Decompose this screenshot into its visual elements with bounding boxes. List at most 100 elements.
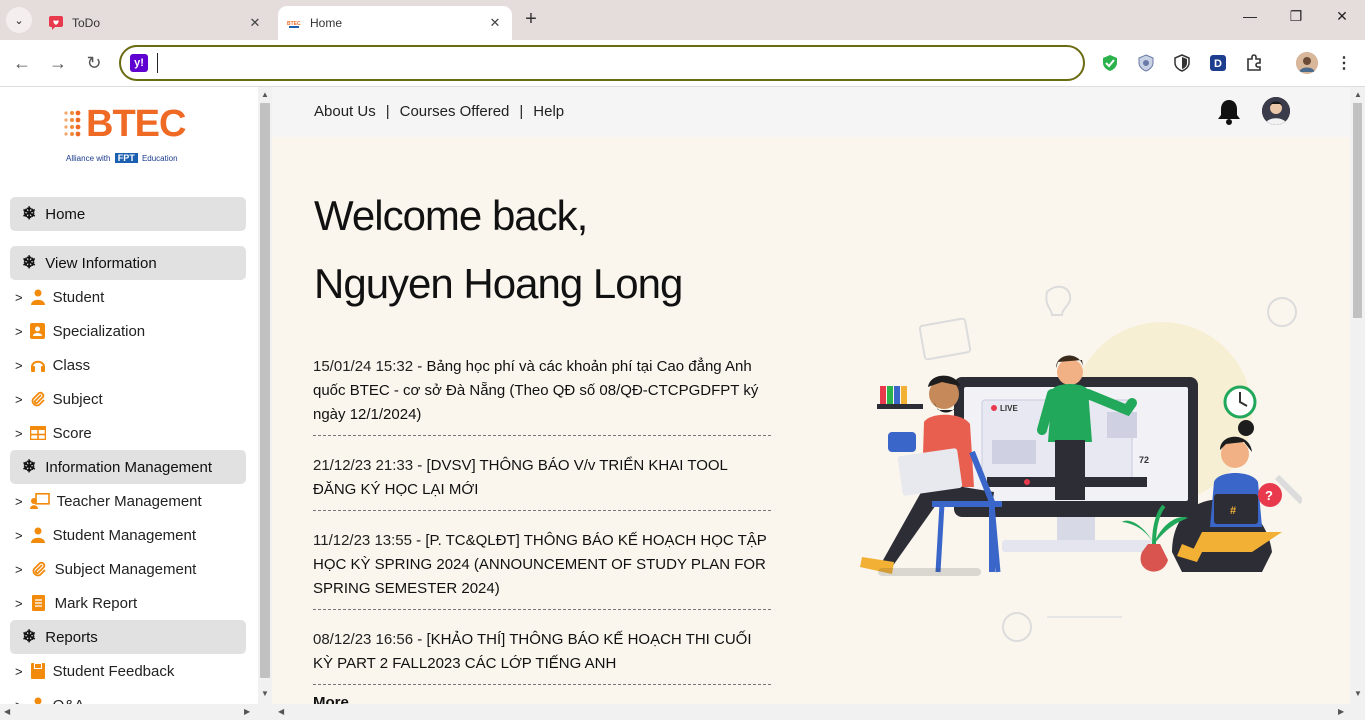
scrollbar-thumb[interactable] <box>260 103 270 678</box>
scroll-up-arrow-icon[interactable]: ▲ <box>1354 90 1362 99</box>
text-caret <box>157 53 158 73</box>
reload-icon[interactable]: ↻ <box>81 50 107 76</box>
news-date: 21/12/23 21:33 <box>313 457 414 474</box>
nav-link-courses-offered[interactable]: Courses Offered <box>400 103 510 120</box>
sidebar-item-teacher-management[interactable]: > Teacher Management <box>15 490 202 512</box>
sidebar-item-student[interactable]: > Student <box>15 286 104 308</box>
sidebar-item-specialization[interactable]: > Specialization <box>15 320 145 342</box>
sidebar-item-label: Mark Report <box>54 594 138 612</box>
logo-dots-graphic <box>64 110 81 137</box>
news-date: 15/01/24 15:32 <box>313 358 414 375</box>
sidebar-item-label: Score <box>52 424 92 442</box>
snowflake-icon: ❄ <box>22 457 37 476</box>
security-shield-extension-icon[interactable] <box>1171 52 1193 74</box>
chevron-right-icon: > <box>15 357 23 373</box>
svg-text:D: D <box>1214 58 1222 70</box>
main-horizontal-scrollbar[interactable]: ◀ ▶ <box>272 704 1350 720</box>
maximize-button[interactable]: ❐ <box>1273 8 1319 25</box>
bell-icon[interactable] <box>1215 98 1243 126</box>
sidebar-item-student-feedback[interactable]: > Student Feedback <box>15 660 174 682</box>
nav-link-help[interactable]: Help <box>533 103 564 120</box>
sidebar-item-label: Specialization <box>52 322 146 340</box>
user-avatar[interactable] <box>1262 97 1290 125</box>
chevron-right-icon: > <box>15 391 23 407</box>
news-list: 15/01/24 15:32 - Bảng học phí và các kho… <box>313 349 771 697</box>
sidebar-vertical-scrollbar[interactable]: ▲ ▼ <box>258 87 272 720</box>
scroll-right-arrow-icon[interactable]: ▶ <box>1338 707 1344 716</box>
sidebar-item-label: Student Feedback <box>52 662 175 680</box>
online-learning-illustration: LIVE 72 # ? <box>860 285 1302 642</box>
back-arrow-icon[interactable]: ← <box>9 50 35 76</box>
news-item[interactable]: 11/12/23 13:55 - [P. TC&QLĐT] THÔNG BÁO … <box>313 523 771 610</box>
sidebar-item-class[interactable]: > Class <box>15 354 90 376</box>
chevron-right-icon: > <box>15 527 23 543</box>
scrollbar-thumb[interactable] <box>1353 103 1362 318</box>
logo-text: BTEC <box>86 103 186 145</box>
btec-logo[interactable]: BTEC Alliance with FPT Education <box>62 101 202 171</box>
snowflake-icon: ❄ <box>22 627 37 646</box>
sidebar-item-label: Student <box>52 288 105 306</box>
news-item[interactable]: 15/01/24 15:32 - Bảng học phí và các kho… <box>313 349 771 436</box>
news-item[interactable]: 21/12/23 21:33 - [DVSV] THÔNG BÁO V/v TR… <box>313 448 771 511</box>
person-icon <box>29 526 47 544</box>
sidebar-item-label: Subject <box>52 390 103 408</box>
new-tab-button[interactable]: + <box>520 8 542 30</box>
viewer-count: 72 <box>1139 455 1149 465</box>
sidebar-item-score[interactable]: > Score <box>15 422 92 444</box>
sidebar-section-information-management[interactable]: ❄ Information Management <box>10 450 246 484</box>
sidebar-section-home[interactable]: ❄ Home <box>10 197 246 231</box>
sidebar-item-subject-management[interactable]: > Subject Management <box>15 558 196 580</box>
logo-alliance-text: Alliance with <box>66 154 111 163</box>
address-bar[interactable]: y! <box>119 45 1085 81</box>
feedback-icon <box>29 662 47 680</box>
chevron-right-icon: > <box>15 425 23 441</box>
top-navigation: About Us | Courses Offered | Help <box>272 87 1350 137</box>
topnav-links: About Us | Courses Offered | Help <box>314 103 564 120</box>
scroll-left-arrow-icon[interactable]: ◀ <box>278 707 284 716</box>
scroll-left-arrow-icon[interactable]: ◀ <box>4 707 10 716</box>
headphones-icon <box>29 356 47 374</box>
profile-avatar-icon[interactable] <box>1296 52 1318 74</box>
forward-arrow-icon[interactable]: → <box>45 50 71 76</box>
yahoo-search-icon: y! <box>130 54 148 72</box>
minimize-button[interactable]: — <box>1227 8 1273 24</box>
browser-menu-icon[interactable]: ⋮ <box>1333 52 1355 74</box>
news-separator: - <box>413 358 427 375</box>
section-label: View Information <box>45 254 157 272</box>
main-content: About Us | Courses Offered | Help Welcom… <box>272 87 1350 720</box>
sidebar-item-mark-report[interactable]: > Mark Report <box>15 592 137 614</box>
scroll-down-arrow-icon[interactable]: ▼ <box>261 689 269 698</box>
privacy-shield-extension-icon[interactable] <box>1135 52 1157 74</box>
chevron-right-icon: > <box>15 289 23 305</box>
news-item[interactable]: 08/12/23 16:56 - [KHẢO THÍ] THÔNG BÁO KẾ… <box>313 622 771 685</box>
d-extension-icon[interactable]: D <box>1207 52 1229 74</box>
nav-link-about-us[interactable]: About Us <box>314 103 376 120</box>
extensions-puzzle-icon[interactable] <box>1243 52 1265 74</box>
sidebar-section-view-information[interactable]: ❄ View Information <box>10 246 246 280</box>
person-icon <box>29 288 47 306</box>
tab-close-icon[interactable]: ✕ <box>484 15 506 31</box>
chat-heart-icon <box>48 15 64 31</box>
tab-search-chevron-icon[interactable]: ⌄ <box>6 7 32 33</box>
scroll-right-arrow-icon[interactable]: ▶ <box>244 707 250 716</box>
sidebar: BTEC Alliance with FPT Education ❄ Home … <box>0 87 258 720</box>
sidebar-section-reports[interactable]: ❄ Reports <box>10 620 246 654</box>
sidebar-item-label: Class <box>52 356 91 374</box>
snowflake-icon: ❄ <box>22 253 37 272</box>
table-icon <box>29 424 47 442</box>
sidebar-horizontal-scrollbar[interactable]: ◀ ▶ <box>0 704 258 720</box>
id-card-icon <box>29 322 47 340</box>
scroll-up-arrow-icon[interactable]: ▲ <box>261 90 269 99</box>
nav-separator: | <box>519 103 524 120</box>
tab-home[interactable]: BTEC Home ✕ <box>278 6 512 40</box>
scroll-down-arrow-icon[interactable]: ▼ <box>1354 689 1362 698</box>
close-window-button[interactable]: ✕ <box>1319 8 1365 25</box>
welcome-heading: Welcome back, Nguyen Hoang Long <box>314 182 683 318</box>
shield-check-extension-icon[interactable] <box>1099 52 1121 74</box>
tab-todo[interactable]: ToDo ✕ <box>40 6 272 40</box>
sidebar-item-label: Teacher Management <box>56 492 202 510</box>
sidebar-item-student-management[interactable]: > Student Management <box>15 524 196 546</box>
main-vertical-scrollbar[interactable]: ▲ ▼ <box>1350 87 1365 720</box>
sidebar-item-subject[interactable]: > Subject <box>15 388 103 410</box>
tab-close-icon[interactable]: ✕ <box>244 15 266 31</box>
